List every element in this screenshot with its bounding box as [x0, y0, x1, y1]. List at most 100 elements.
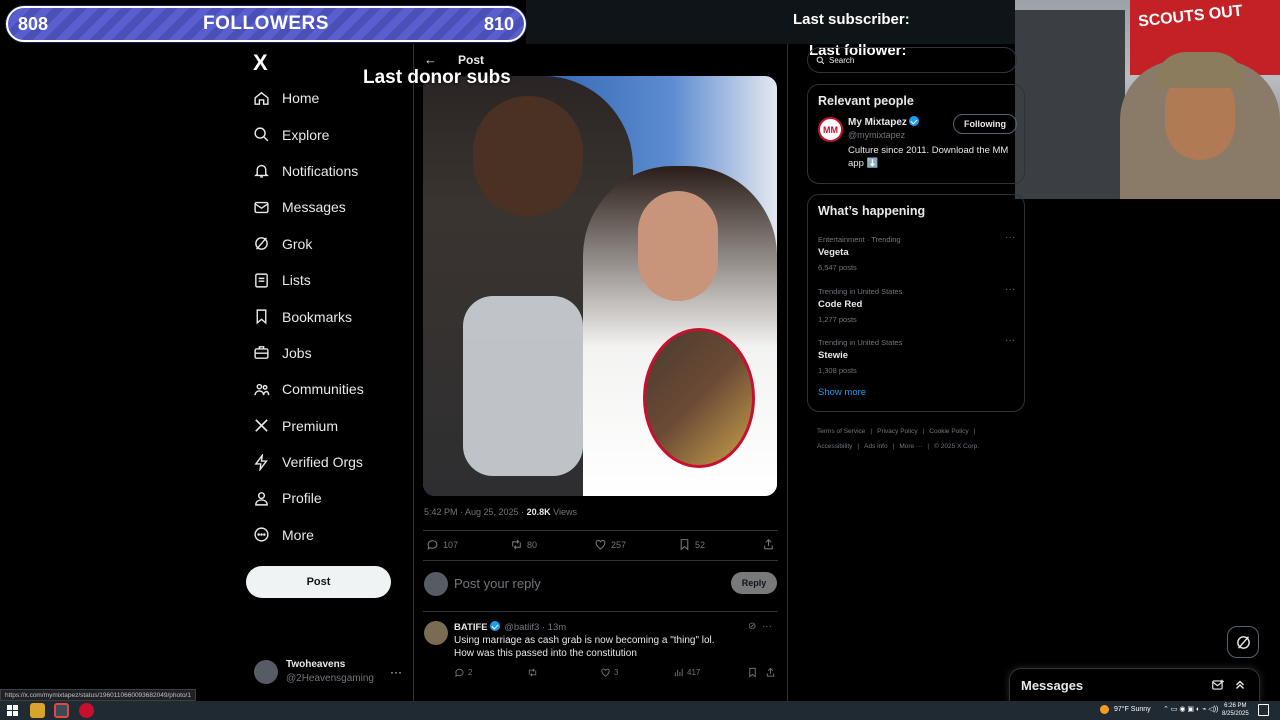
- reply-reply-action[interactable]: 2: [454, 667, 472, 678]
- nav-notifications[interactable]: Notifications: [252, 153, 364, 189]
- post-views-count: 20.8K: [526, 507, 551, 517]
- reply-bookmark-action[interactable]: [747, 667, 761, 678]
- more-circle-icon: [252, 526, 270, 544]
- share-action[interactable]: [762, 538, 779, 551]
- trend-more-icon[interactable]: ···: [1005, 232, 1015, 243]
- reply-menu[interactable]: ⊘ ···: [748, 621, 772, 632]
- people-icon: [252, 380, 270, 398]
- cookie-link[interactable]: Cookie Policy: [929, 428, 968, 435]
- followers-goal: 810: [483, 13, 514, 34]
- nav-bookmarks[interactable]: Bookmarks: [252, 298, 364, 334]
- reply-composer: Reply: [423, 570, 778, 600]
- trend-more-icon[interactable]: ···: [1005, 335, 1015, 346]
- following-button[interactable]: Following: [953, 114, 1017, 134]
- post-button[interactable]: Post: [246, 566, 391, 598]
- chevron-up-icon[interactable]: [1233, 678, 1247, 697]
- windows-start-icon[interactable]: [7, 705, 18, 716]
- reply-author-name[interactable]: BATIFE: [454, 622, 488, 633]
- nav-grok[interactable]: Grok: [252, 226, 364, 262]
- relevant-person-handle: @mymixtapez: [848, 130, 906, 140]
- whats-happening-title: What’s happening: [818, 204, 926, 218]
- relevant-person-name[interactable]: My Mixtapez: [848, 116, 921, 128]
- nav-home[interactable]: Home: [252, 80, 364, 116]
- nav-jobs[interactable]: Jobs: [252, 335, 364, 371]
- grok-icon[interactable]: ⊘: [748, 621, 756, 632]
- post-meta: 5:42 PM · Aug 25, 2025 · 20.8K Views: [424, 507, 577, 517]
- file-explorer-icon[interactable]: [30, 703, 45, 718]
- post-photo[interactable]: [423, 76, 777, 496]
- sun-icon: [1100, 705, 1109, 714]
- nav-profile[interactable]: Profile: [252, 480, 364, 516]
- footer-more-link[interactable]: More ···: [899, 443, 922, 450]
- repost-action[interactable]: 80: [510, 538, 537, 551]
- post-actions: 107 80 257 52: [426, 538, 776, 554]
- avatar: [254, 659, 278, 684]
- bookmark-icon: [252, 308, 270, 326]
- trend-item[interactable]: Entertainment · Trending Vegeta 6,547 po…: [808, 232, 1024, 284]
- nav-communities[interactable]: Communities: [252, 371, 364, 407]
- chrome-icon[interactable]: [54, 703, 69, 718]
- ads-info-link[interactable]: Ads info: [864, 443, 888, 450]
- taskbar-clock[interactable]: 6:26 PM 8/25/2025: [1222, 702, 1249, 718]
- search-input[interactable]: [829, 55, 989, 65]
- nav-more[interactable]: More: [252, 517, 364, 553]
- grok-floating-button[interactable]: [1227, 626, 1259, 658]
- system-tray-icons[interactable]: ⌃ ▭ ◉ ▣ ◐ ⌁ ◁)): [1163, 705, 1218, 713]
- reply-share-action[interactable]: [765, 667, 779, 678]
- footer-divider: |: [922, 428, 925, 435]
- list-icon: [252, 271, 270, 289]
- trend-item[interactable]: Trending in United States Stewie 1,308 p…: [808, 335, 1024, 387]
- terms-link[interactable]: Terms of Service: [817, 428, 865, 435]
- reply-author-handle: @batlif3 · 13m: [504, 622, 567, 633]
- like-action[interactable]: 257: [594, 538, 626, 551]
- trend-context: Trending in United States: [818, 338, 903, 347]
- accessibility-link[interactable]: Accessibility: [817, 443, 852, 450]
- avatar[interactable]: [424, 621, 448, 645]
- verified-badge-icon: [908, 116, 919, 126]
- reply-views-action[interactable]: 417: [673, 667, 700, 678]
- show-more-link[interactable]: Show more: [818, 387, 1024, 398]
- footer-divider: |: [870, 428, 873, 435]
- account-handle: @2Heavensgaming: [286, 673, 374, 684]
- trend-title: Stewie: [818, 350, 849, 361]
- privacy-link[interactable]: Privacy Policy: [877, 428, 917, 435]
- trend-count: 1,308 posts: [818, 366, 857, 375]
- reply-button[interactable]: Reply: [731, 572, 777, 594]
- reply-input[interactable]: [454, 576, 704, 591]
- trend-more-icon[interactable]: ···: [1005, 284, 1015, 295]
- x-logo-icon[interactable]: X: [253, 50, 268, 76]
- notification-center-icon[interactable]: [1258, 704, 1269, 716]
- nav-premium[interactable]: Premium: [252, 408, 364, 444]
- account-more-icon[interactable]: ···: [390, 665, 402, 679]
- back-arrow-icon[interactable]: ←: [424, 52, 437, 67]
- weather-widget[interactable]: 97°F Sunny: [1100, 705, 1151, 714]
- last-donor-label: Last donor subs: [363, 67, 511, 88]
- search-icon: [252, 126, 270, 144]
- new-message-icon[interactable]: [1211, 678, 1225, 697]
- search-box[interactable]: [807, 47, 1017, 73]
- heart-icon: [601, 668, 610, 677]
- messages-drawer[interactable]: Messages: [1009, 668, 1260, 704]
- account-switcher[interactable]: Twoheavens @2Heavensgaming ···: [254, 659, 402, 684]
- reply-actions: 2 3 417: [454, 667, 780, 681]
- bookmark-icon: [749, 667, 756, 678]
- nav-explore[interactable]: Explore: [252, 116, 364, 152]
- reply-like-action[interactable]: 3: [600, 667, 618, 678]
- trend-item[interactable]: Trending in United States Code Red 1,277…: [808, 284, 1024, 336]
- person-icon: [252, 489, 270, 507]
- mymixtapez-logo[interactable]: MM: [818, 117, 843, 142]
- nav-messages[interactable]: Messages: [252, 189, 364, 225]
- nav-more-label: More: [282, 526, 314, 543]
- reply-count: 107: [443, 539, 459, 550]
- search-icon: [816, 56, 825, 64]
- relevant-person[interactable]: MM My Mixtapez @mymixtapez Culture since…: [808, 108, 1024, 178]
- reply-action[interactable]: 107: [426, 538, 458, 551]
- page-title: Post: [458, 53, 485, 67]
- more-icon[interactable]: ···: [762, 621, 772, 632]
- obs-icon[interactable]: [79, 703, 94, 718]
- taskbar-time: 6:26 PM: [1224, 703, 1247, 709]
- nav-verified-orgs[interactable]: Verified Orgs: [252, 444, 364, 480]
- nav-lists[interactable]: Lists: [252, 262, 364, 298]
- bookmark-action[interactable]: 52: [678, 538, 705, 551]
- reply-repost-action[interactable]: [527, 667, 541, 678]
